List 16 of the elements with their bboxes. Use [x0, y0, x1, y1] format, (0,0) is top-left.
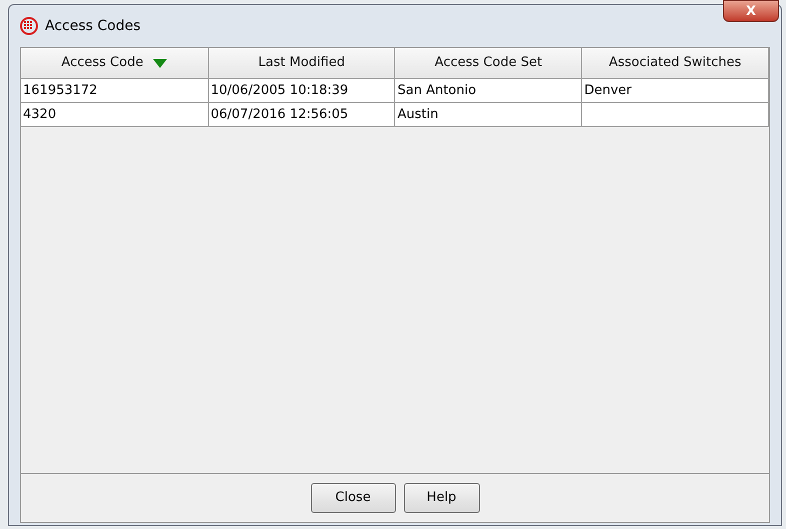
table-cell: Denver	[582, 79, 769, 103]
column-header[interactable]: Access Code	[21, 48, 209, 79]
dialog-button[interactable]: Close	[310, 483, 396, 513]
table-cell: 10/06/2005 10:18:39	[208, 79, 396, 103]
column-header[interactable]: Last Modified	[208, 48, 396, 79]
column-header[interactable]: Associated Switches	[582, 48, 769, 79]
dialog-button[interactable]: Help	[404, 483, 480, 513]
sort-descending-icon	[153, 58, 168, 68]
table-cell: San Antonio	[395, 79, 582, 103]
globe-grid-icon	[19, 16, 39, 36]
table-cell: 06/07/2016 12:56:05	[208, 103, 396, 127]
table-cell: Austin	[395, 103, 582, 127]
table-cell: 161953172	[21, 79, 209, 103]
table-cell: 4320	[21, 103, 209, 127]
window-title: Access Codes	[45, 16, 141, 36]
column-header[interactable]: Access Code Set	[395, 48, 582, 79]
